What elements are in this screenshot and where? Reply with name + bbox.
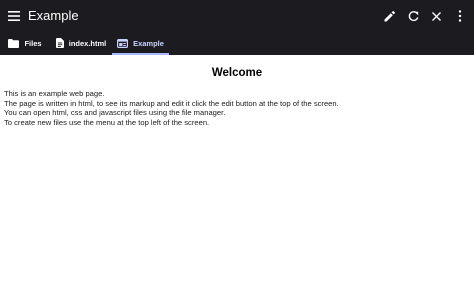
file-icon — [55, 38, 64, 50]
refresh-icon[interactable] — [402, 5, 424, 27]
pencil-icon[interactable] — [378, 5, 400, 27]
app-bar: Example — [0, 0, 474, 33]
tab-bar: Files index.html Example — [0, 33, 474, 55]
tab-example[interactable]: Example — [112, 33, 169, 55]
paragraph-line: This is an example web page. — [4, 89, 105, 98]
web-page-view: Welcome This is an example web page. The… — [0, 55, 474, 296]
tab-label: Example — [133, 39, 164, 48]
menu-icon[interactable] — [3, 5, 25, 27]
app-window: Example Files index.html Example Welcome… — [0, 0, 474, 296]
tab-label: index.html — [68, 39, 107, 48]
page-heading: Welcome — [211, 67, 263, 79]
folder-icon — [8, 38, 20, 50]
web-icon — [117, 38, 129, 50]
tab-label: Files — [24, 39, 42, 48]
more-vert-icon[interactable] — [449, 5, 471, 27]
tab-index-html[interactable]: index.html — [50, 33, 112, 55]
close-icon[interactable] — [425, 5, 447, 27]
paragraph-line: You can open html, css and javascript fi… — [4, 108, 226, 118]
paragraph-line: To create new files use the menu at the … — [4, 117, 210, 127]
app-title: Example — [28, 8, 79, 23]
page-paragraph: This is an example web page. The page is… — [4, 89, 339, 127]
tab-files[interactable]: Files — [0, 33, 50, 55]
paragraph-line: The page is written in html, to see its … — [4, 98, 339, 108]
